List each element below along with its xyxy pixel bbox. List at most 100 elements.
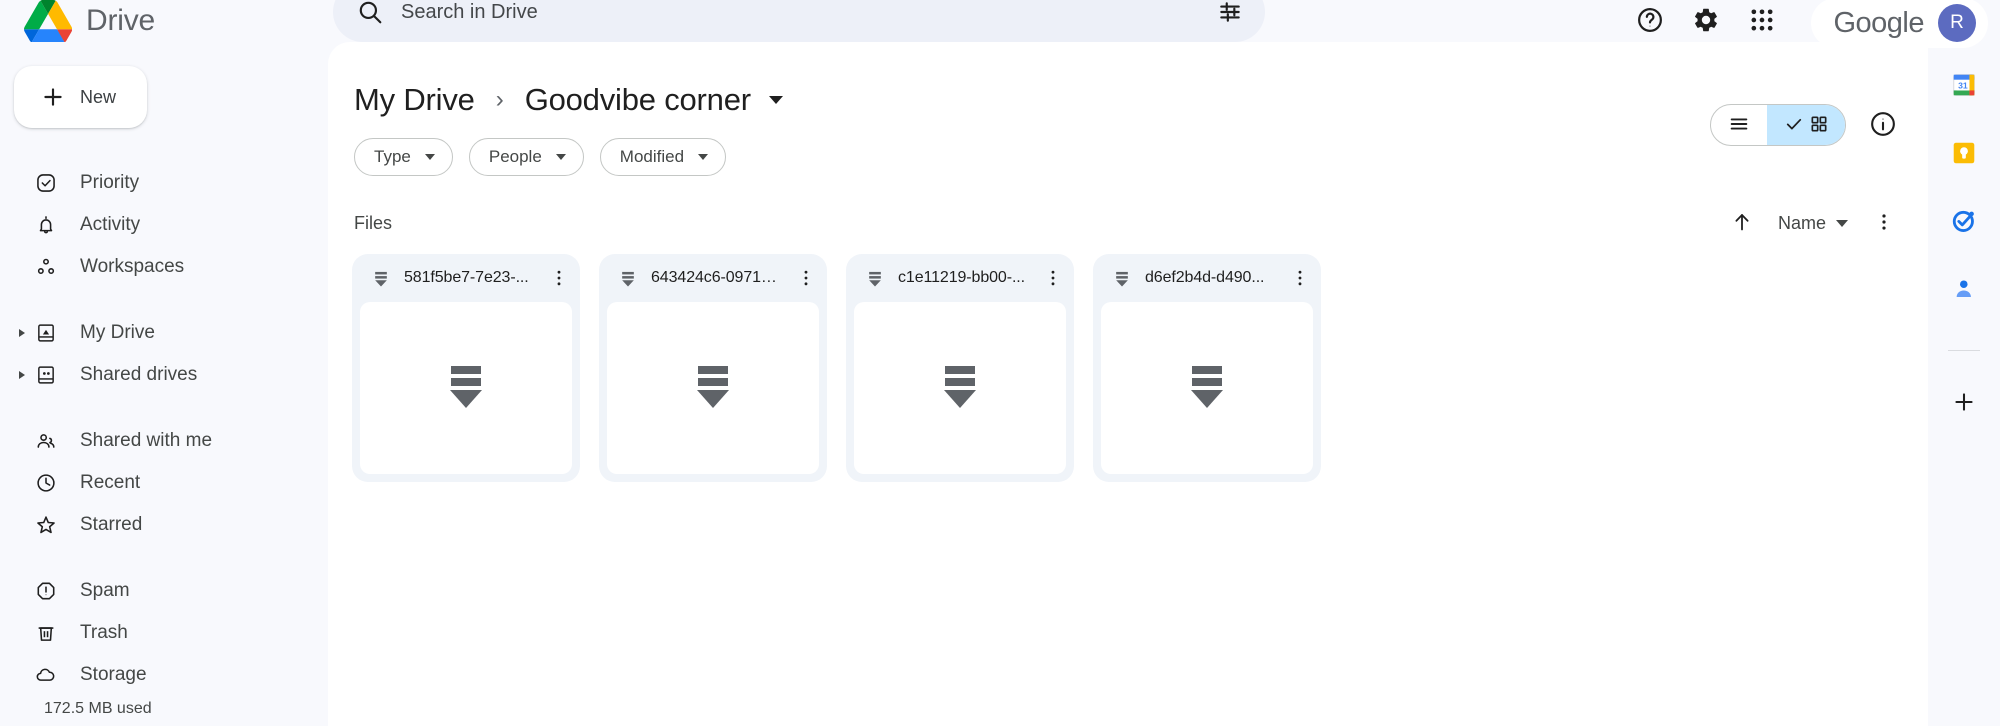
file-card[interactable]: c1e11219-bb00-... xyxy=(846,254,1074,482)
sidebar-item-spam[interactable]: Spam xyxy=(0,570,328,612)
sort-direction-button[interactable] xyxy=(1728,209,1756,237)
google-drive-logo-icon xyxy=(24,0,73,44)
google-apps-button[interactable] xyxy=(1747,6,1777,36)
more-vertical-icon xyxy=(804,270,808,286)
search-icon xyxy=(357,0,383,25)
details-info-button[interactable] xyxy=(1868,110,1898,140)
brand-area[interactable]: Drive xyxy=(0,0,328,44)
google-calendar-icon: 31 xyxy=(1951,72,1977,101)
file-thumbnail[interactable] xyxy=(854,302,1066,474)
sidebar-item-trash[interactable]: Trash xyxy=(0,612,328,654)
help-button[interactable] xyxy=(1635,6,1665,36)
people-icon xyxy=(34,429,58,453)
topbar-right-actions: Google R xyxy=(1635,0,2000,48)
check-circle-icon xyxy=(34,171,58,195)
sidebar-item-workspaces[interactable]: Workspaces xyxy=(0,246,328,288)
file-card[interactable]: 643424c6-0971-... xyxy=(599,254,827,482)
files-section-header: Files Name xyxy=(328,206,1928,240)
chevron-right-icon[interactable] xyxy=(19,329,25,337)
storage-used-label: 172.5 MB used xyxy=(44,700,152,717)
search-bar[interactable] xyxy=(333,0,1265,42)
rail-divider xyxy=(1948,350,1980,351)
sidebar-item-activity[interactable]: Activity xyxy=(0,204,328,246)
sidebar-item-storage[interactable]: Storage xyxy=(0,654,328,696)
sidebar-item-label: My Drive xyxy=(80,322,155,343)
filter-chip-modified[interactable]: Modified xyxy=(599,138,727,176)
binary-file-icon xyxy=(938,362,982,414)
right-side-panel: 31 xyxy=(1928,42,2000,726)
sidebar-item-starred[interactable]: Starred xyxy=(0,504,328,546)
account-button[interactable]: Google R xyxy=(1811,0,1988,48)
add-app-button[interactable] xyxy=(1948,387,1980,419)
binary-file-icon xyxy=(444,362,488,414)
chevron-down-icon xyxy=(424,154,435,160)
sidebar-item-label: Trash xyxy=(80,622,128,643)
spam-octagon-icon xyxy=(34,579,58,603)
sidebar-divider-2 xyxy=(0,396,328,420)
file-name: c1e11219-bb00-... xyxy=(898,269,1025,286)
list-view-button[interactable] xyxy=(1711,105,1767,145)
settings-button[interactable] xyxy=(1691,6,1721,36)
arrow-up-icon xyxy=(1730,210,1754,237)
sidebar-item-label: Starred xyxy=(80,514,143,535)
sidebar-item-priority[interactable]: Priority xyxy=(0,162,328,204)
more-vertical-icon xyxy=(557,270,561,286)
sort-by-button[interactable]: Name xyxy=(1778,213,1848,234)
breadcrumb-root[interactable]: My Drive xyxy=(354,82,475,118)
search-input[interactable] xyxy=(401,0,1199,28)
files-section-title: Files xyxy=(354,212,393,233)
google-keep-button[interactable] xyxy=(1948,138,1980,170)
google-keep-icon xyxy=(1951,140,1977,169)
file-card[interactable]: 581f5be7-7e23-... xyxy=(352,254,580,482)
filter-chip-people[interactable]: People xyxy=(468,138,584,176)
file-card[interactable]: d6ef2b4d-d490... xyxy=(1093,254,1321,482)
new-button[interactable]: New xyxy=(14,66,147,128)
sidebar-item-recent[interactable]: Recent xyxy=(0,462,328,504)
sidebar-nav: Priority Activity Workspaces My Drive Sh… xyxy=(0,162,328,718)
more-vertical-icon xyxy=(1298,270,1302,286)
file-thumbnail[interactable] xyxy=(360,302,572,474)
avatar[interactable]: R xyxy=(1938,4,1976,42)
breadcrumb-dropdown-icon[interactable] xyxy=(768,96,783,104)
file-more-options-button[interactable] xyxy=(1287,265,1313,291)
account-google-label: Google xyxy=(1833,6,1924,39)
plus-icon xyxy=(1951,389,1977,418)
filter-chips: Type People Modified xyxy=(328,138,1928,176)
google-drive-app: Drive Search in Drive Google R New Prior… xyxy=(0,0,2000,726)
binary-file-icon xyxy=(866,269,884,287)
workspaces-icon xyxy=(34,255,58,279)
gear-icon xyxy=(1692,6,1720,37)
google-calendar-button[interactable]: 31 xyxy=(1948,70,1980,102)
file-card-header: c1e11219-bb00-... xyxy=(846,254,1074,302)
tune-filter-icon[interactable] xyxy=(1217,0,1243,25)
google-contacts-button[interactable] xyxy=(1948,274,1980,306)
google-contacts-icon xyxy=(1951,276,1977,305)
file-more-options-button[interactable] xyxy=(546,265,572,291)
file-thumbnail[interactable] xyxy=(607,302,819,474)
google-tasks-icon xyxy=(1951,208,1977,237)
sidebar-item-shared-drives[interactable]: Shared drives xyxy=(0,354,328,396)
filter-chip-type[interactable]: Type xyxy=(354,138,453,176)
chevron-right-icon[interactable] xyxy=(19,371,25,379)
chevron-down-icon xyxy=(698,154,709,160)
grid-view-button[interactable] xyxy=(1767,105,1845,145)
more-vertical-icon xyxy=(1873,211,1895,236)
sidebar-item-label: Shared drives xyxy=(80,364,198,385)
sidebar-item-label: Storage xyxy=(80,664,147,685)
file-name: 643424c6-0971-... xyxy=(651,269,779,286)
file-more-options-button[interactable] xyxy=(1040,265,1066,291)
apps-grid-icon xyxy=(1748,6,1776,37)
info-circle-icon xyxy=(1869,110,1897,141)
sidebar-item-my-drive[interactable]: My Drive xyxy=(0,312,328,354)
bell-icon xyxy=(34,213,58,237)
file-name: 581f5be7-7e23-... xyxy=(404,269,529,286)
sidebar-item-shared-with-me[interactable]: Shared with me xyxy=(0,420,328,462)
files-more-options-button[interactable] xyxy=(1870,209,1898,237)
file-more-options-button[interactable] xyxy=(793,265,819,291)
google-tasks-button[interactable] xyxy=(1948,206,1980,238)
sidebar-item-label: Spam xyxy=(80,580,130,601)
new-button-label: New xyxy=(80,86,117,107)
left-sidebar: New Priority Activity Workspaces My Driv… xyxy=(0,42,328,726)
breadcrumb-current[interactable]: Goodvibe corner xyxy=(525,82,751,118)
file-thumbnail[interactable] xyxy=(1101,302,1313,474)
